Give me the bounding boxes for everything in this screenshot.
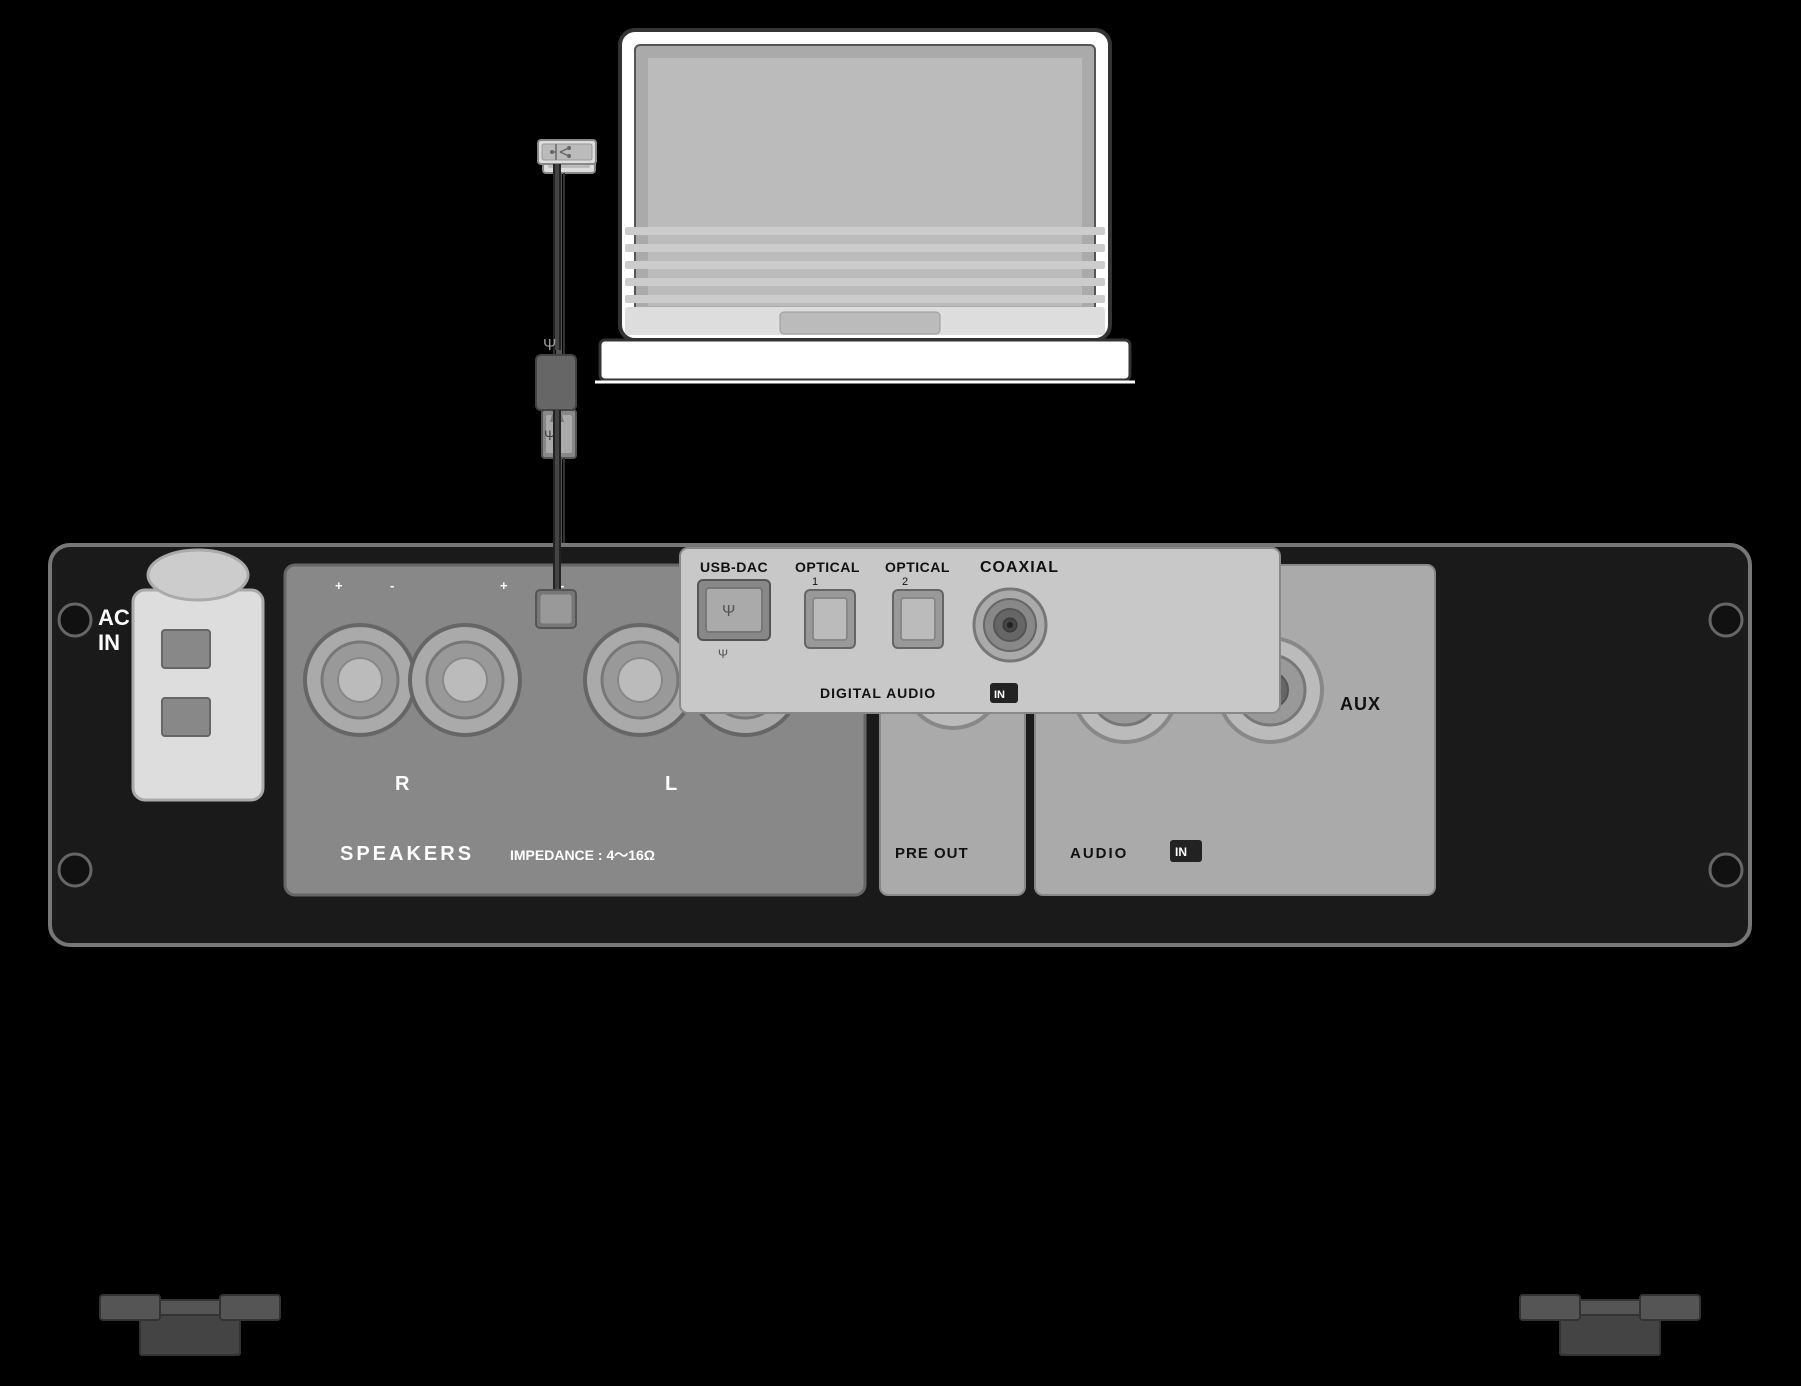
svg-text:Ψ: Ψ (718, 647, 728, 661)
svg-text:2: 2 (902, 576, 908, 588)
svg-text:DIGITAL AUDIO: DIGITAL AUDIO (820, 685, 936, 701)
svg-text:R: R (395, 773, 410, 795)
svg-text:OPTICAL: OPTICAL (795, 559, 860, 575)
svg-text:1: 1 (812, 576, 818, 588)
svg-text:SPEAKERS: SPEAKERS (340, 843, 474, 865)
svg-text:-: - (390, 578, 394, 593)
svg-text:+: + (335, 578, 343, 593)
svg-text:L: L (665, 773, 677, 795)
svg-text:PRE OUT: PRE OUT (895, 845, 969, 862)
svg-text:OPTICAL: OPTICAL (885, 559, 950, 575)
svg-text:AUDIO: AUDIO (1070, 845, 1128, 862)
svg-text:AUX: AUX (1340, 694, 1381, 714)
svg-text:IN: IN (994, 689, 1005, 701)
svg-text:IMPEDANCE : 4～16Ω: IMPEDANCE : 4～16Ω (510, 847, 655, 863)
svg-text:IN: IN (1175, 845, 1187, 859)
svg-text:Ψ: Ψ (543, 337, 556, 354)
svg-text:USB-DAC: USB-DAC (700, 559, 768, 575)
svg-text:+: + (500, 578, 508, 593)
diagram-area: ⟷ ⚡ Ψ (0, 0, 1801, 1386)
svg-text:IN: IN (98, 630, 120, 655)
svg-text:Ψ: Ψ (722, 603, 735, 620)
svg-text:COAXIAL: COAXIAL (980, 559, 1059, 576)
svg-text:AC: AC (98, 605, 130, 630)
